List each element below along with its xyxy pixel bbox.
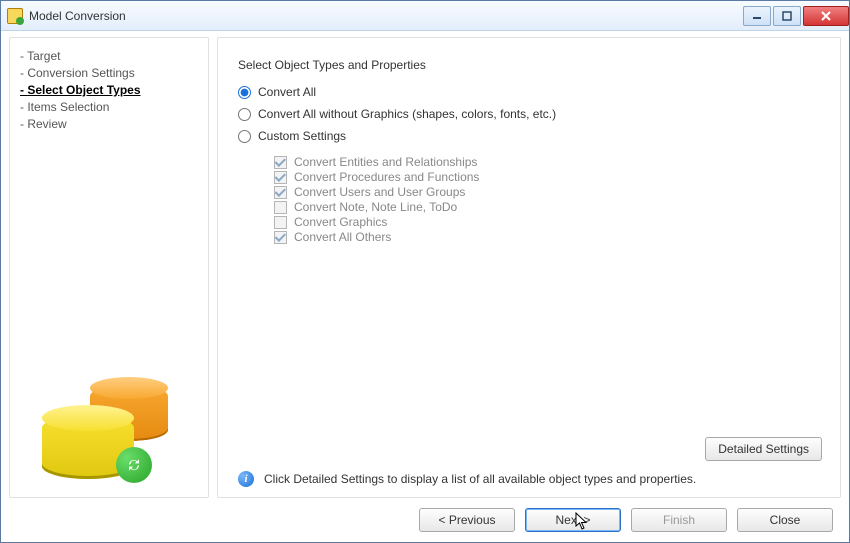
checkbox-row: Convert Graphics xyxy=(274,215,824,229)
maximize-button[interactable] xyxy=(773,6,801,26)
radio-custom-settings-label[interactable]: Custom Settings xyxy=(258,129,346,143)
finish-button[interactable]: Finish xyxy=(631,508,727,532)
checkbox-label: Convert Users and User Groups xyxy=(294,185,465,199)
info-row: i Click Detailed Settings to display a l… xyxy=(234,471,824,487)
checkbox-icon xyxy=(274,216,287,229)
radio-convert-no-graphics[interactable]: Convert All without Graphics (shapes, co… xyxy=(238,107,824,121)
checkbox-icon xyxy=(274,231,287,244)
wizard-step-items-selection[interactable]: Items Selection xyxy=(20,99,198,116)
checkbox-label: Convert All Others xyxy=(294,230,391,244)
close-button[interactable]: Close xyxy=(737,508,833,532)
checkbox-row: Convert Users and User Groups xyxy=(274,185,824,199)
titlebar[interactable]: Model Conversion xyxy=(1,1,849,31)
checkbox-label: Convert Entities and Relationships xyxy=(294,155,477,169)
detailed-settings-button[interactable]: Detailed Settings xyxy=(705,437,822,461)
wizard-step-review[interactable]: Review xyxy=(20,116,198,133)
checkbox-icon xyxy=(274,171,287,184)
dialog-window: Model Conversion TargetConversion Settin… xyxy=(0,0,850,543)
close-icon xyxy=(820,11,832,21)
window-title: Model Conversion xyxy=(29,9,126,23)
wizard-steps-list: TargetConversion SettingsSelect Object T… xyxy=(20,48,198,133)
decorative-graphic xyxy=(20,367,198,487)
radio-convert-no-graphics-input[interactable] xyxy=(238,108,251,121)
content-area: TargetConversion SettingsSelect Object T… xyxy=(1,31,849,542)
custom-checkbox-group: Convert Entities and RelationshipsConver… xyxy=(274,154,824,245)
section-title: Select Object Types and Properties xyxy=(238,58,824,72)
checkbox-row: Convert Note, Note Line, ToDo xyxy=(274,200,824,214)
wizard-nav-panel: TargetConversion SettingsSelect Object T… xyxy=(9,37,209,498)
checkbox-icon xyxy=(274,156,287,169)
checkbox-row: Convert Entities and Relationships xyxy=(274,155,824,169)
checkbox-label: Convert Graphics xyxy=(294,215,387,229)
previous-button[interactable]: < Previous xyxy=(419,508,515,532)
maximize-icon xyxy=(782,11,792,21)
wizard-step-conversion-settings[interactable]: Conversion Settings xyxy=(20,65,198,82)
checkbox-row: Convert All Others xyxy=(274,230,824,244)
main-panel: Select Object Types and Properties Conve… xyxy=(217,37,841,498)
refresh-icon xyxy=(116,447,152,483)
window-controls xyxy=(743,6,849,26)
radio-convert-no-graphics-label[interactable]: Convert All without Graphics (shapes, co… xyxy=(258,107,556,121)
minimize-button[interactable] xyxy=(743,6,771,26)
app-icon xyxy=(7,8,23,24)
radio-convert-all-input[interactable] xyxy=(238,86,251,99)
info-text: Click Detailed Settings to display a lis… xyxy=(264,472,696,486)
checkbox-row: Convert Procedures and Functions xyxy=(274,170,824,184)
checkbox-icon xyxy=(274,201,287,214)
checkbox-icon xyxy=(274,186,287,199)
panels: TargetConversion SettingsSelect Object T… xyxy=(9,37,841,498)
checkbox-label: Convert Note, Note Line, ToDo xyxy=(294,200,457,214)
radio-convert-all-label[interactable]: Convert All xyxy=(258,85,316,99)
wizard-step-select-object-types[interactable]: Select Object Types xyxy=(20,82,198,99)
next-button[interactable]: Next > xyxy=(525,508,621,532)
wizard-step-target[interactable]: Target xyxy=(20,48,198,65)
close-window-button[interactable] xyxy=(803,6,849,26)
checkbox-label: Convert Procedures and Functions xyxy=(294,170,479,184)
minimize-icon xyxy=(752,11,762,21)
radio-convert-all[interactable]: Convert All xyxy=(238,85,824,99)
radio-custom-settings-input[interactable] xyxy=(238,130,251,143)
wizard-button-bar: < Previous Next > Finish Close xyxy=(9,498,841,538)
radio-custom-settings[interactable]: Custom Settings xyxy=(238,129,824,143)
info-icon: i xyxy=(238,471,254,487)
